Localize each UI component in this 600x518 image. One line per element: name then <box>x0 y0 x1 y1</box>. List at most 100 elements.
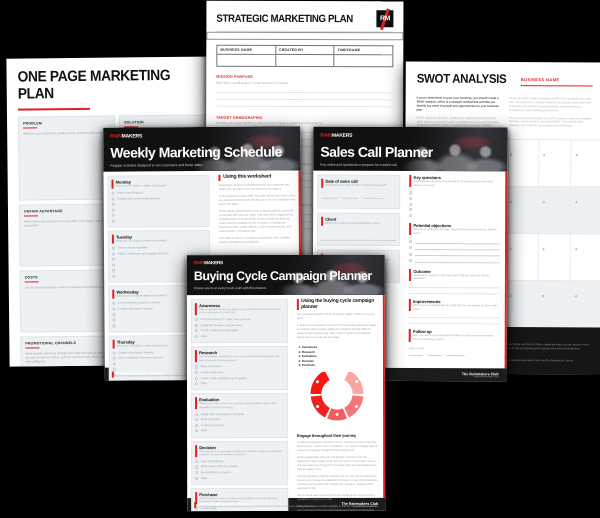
checkbox-icon[interactable] <box>195 418 199 422</box>
footer-title: The Rainmakers Club <box>461 371 499 376</box>
checkbox-icon[interactable] <box>409 239 413 244</box>
checkbox-icon[interactable] <box>409 246 413 250</box>
table-input-cell[interactable] <box>276 55 334 66</box>
section-potential-objections[interactable]: Potential objections What do you anticip… <box>409 223 501 264</box>
header-band: RAIN MAKERS Weekly Marketing Schedule Reg… <box>103 126 301 172</box>
task-text: Write a new blog post <box>117 191 144 195</box>
cycle-stage-list: Awareness Research Evaluation Decision P… <box>297 345 378 368</box>
block-promotional-channels[interactable]: PROMOTIONAL CHANNELS What specific marke… <box>20 335 114 367</box>
field-date-of-sales-call[interactable]: Date of sales call What date do you need… <box>317 174 401 209</box>
checkbox-icon[interactable] <box>111 191 115 195</box>
checkbox-icon[interactable] <box>195 471 199 475</box>
page-title: STRATEGIC MARKETING PLAN <box>216 12 353 25</box>
checkbox-icon[interactable] <box>194 365 199 369</box>
block-problem[interactable]: PROBLEM What are your customer's primary… <box>17 115 116 201</box>
sheet-buying-cycle-campaign-planner[interactable]: RAIN MAKERS Buying Cycle Campaign Planner… <box>186 254 386 512</box>
checkbox-icon[interactable] <box>194 323 199 328</box>
logo-makers: MAKERS <box>331 132 353 139</box>
followup-label: Follow up date <box>408 346 425 350</box>
logo-makers: MAKERS <box>121 133 143 140</box>
checkbox-icon[interactable] <box>409 196 413 201</box>
stage-decision[interactable]: Decision What resources can you make ava… <box>191 440 289 486</box>
checkbox-icon[interactable] <box>195 459 199 464</box>
cell-number: 4 <box>575 153 578 158</box>
day-question: What can I do today to market my busines… <box>116 344 168 348</box>
checkbox-icon[interactable] <box>112 356 116 361</box>
checkbox-icon[interactable] <box>111 246 116 250</box>
checkbox-icon[interactable] <box>112 274 116 278</box>
item-text: Digital video (streaming or YouTube) <box>200 412 245 416</box>
checkbox-icon[interactable] <box>111 219 115 223</box>
checkbox-icon[interactable] <box>409 213 413 217</box>
cycle-arc-chart <box>310 371 364 421</box>
cell-number: 2 <box>509 294 512 299</box>
checkbox-icon[interactable] <box>409 191 413 195</box>
checkbox-icon[interactable] <box>112 257 116 262</box>
cell-number: 3 <box>542 200 545 205</box>
checkbox-icon[interactable] <box>112 263 116 267</box>
intro-text: Fill out the SWOT analysis template and … <box>509 97 593 112</box>
field-client[interactable]: Client What is the client's personal and… <box>317 212 401 246</box>
stage-research[interactable]: Research What information, downloads or … <box>190 346 288 391</box>
checkbox-icon[interactable] <box>409 259 413 263</box>
checkbox-icon[interactable] <box>194 382 199 386</box>
buying-cycle-diagram <box>297 371 378 430</box>
logo-rain: RAIN <box>193 260 205 266</box>
stage-awareness[interactable]: Awareness How can you get the message ab… <box>190 298 288 344</box>
checkbox-icon[interactable] <box>112 362 116 366</box>
rm-badge-icon: RM <box>376 8 394 31</box>
checkbox-icon[interactable] <box>409 252 413 256</box>
checkbox-icon[interactable] <box>195 429 199 433</box>
checkbox-icon[interactable] <box>112 268 116 273</box>
section-hint: What was the outcome of the sales pitch?… <box>413 273 490 281</box>
checkbox-icon[interactable] <box>195 476 199 480</box>
checkbox-icon[interactable] <box>111 213 115 218</box>
checkbox-icon[interactable] <box>194 376 199 380</box>
checkbox-icon[interactable] <box>112 318 116 322</box>
checkbox-icon[interactable] <box>195 465 199 469</box>
day-monday[interactable]: Monday What can I do today to market my … <box>107 174 211 228</box>
section-outcome[interactable]: Outcome What was the outcome of the sale… <box>409 268 500 295</box>
section-mission-purpose[interactable]: MISSION PURPOSE What is the overall purp… <box>216 75 394 107</box>
checkbox-icon[interactable] <box>112 312 116 317</box>
section-hint: Describe your target market (i.e. who it… <box>216 120 324 126</box>
block-label: PROBLEM <box>23 120 42 126</box>
intro-text: If you're determined to grow your busine… <box>416 96 499 112</box>
checkbox-icon[interactable] <box>112 307 116 311</box>
howto-title: Using this worksheet <box>223 173 272 180</box>
info-table[interactable] <box>206 31 404 41</box>
stage-purchase[interactable]: Purchase What information, tools or reso… <box>191 487 289 512</box>
checkbox-icon[interactable] <box>111 208 115 212</box>
checkbox-icon[interactable] <box>194 334 199 339</box>
intro-text: Once you've finished, analyse the SWOT a… <box>508 116 592 128</box>
checkbox-icon[interactable] <box>112 301 116 306</box>
section-follow-up[interactable]: Follow up Were you able to get to intere… <box>408 329 500 357</box>
cell-number: 4 <box>575 200 578 205</box>
footer-subtitle[interactable]: www.therainmakers.club <box>462 376 499 378</box>
divider-red <box>23 126 38 129</box>
checkbox-icon[interactable] <box>409 202 413 206</box>
checkbox-icon[interactable] <box>112 351 116 355</box>
checkbox-icon[interactable] <box>194 318 199 322</box>
howto-column: Using the buying cycle campaign planner … <box>292 294 386 511</box>
checkbox-icon[interactable] <box>409 208 413 212</box>
howto-paragraph: Refer back to the template regularly to … <box>297 504 377 512</box>
field-hint: What is the client's personal and busine… <box>325 221 381 225</box>
table-input-cell[interactable] <box>335 55 393 66</box>
section-key-questions[interactable]: Key questions What important questions d… <box>409 174 500 218</box>
checkbox-icon[interactable] <box>195 423 199 428</box>
section-improvements[interactable]: Improvements What have you identified fr… <box>408 299 500 325</box>
block-hint: What specific marketing activities and c… <box>25 350 106 364</box>
checkbox-icon[interactable] <box>111 202 115 206</box>
info-table-row[interactable]: BUSINESS NAME CREATED BY TIMEFRAME <box>216 44 394 68</box>
checkbox-icon[interactable] <box>194 329 199 333</box>
stage-evaluation[interactable]: Evaluation What can you offer to those w… <box>191 393 289 438</box>
item-text: Loyalty cards <box>200 507 217 511</box>
checkbox-icon[interactable] <box>111 197 115 201</box>
checkbox-icon[interactable] <box>195 412 199 416</box>
table-input-cell[interactable] <box>217 55 275 66</box>
checkbox-icon[interactable] <box>111 252 116 256</box>
checkbox-icon[interactable] <box>194 371 199 375</box>
checkbox-icon[interactable] <box>112 324 116 328</box>
page-title: Weekly Marketing Schedule <box>110 143 282 161</box>
